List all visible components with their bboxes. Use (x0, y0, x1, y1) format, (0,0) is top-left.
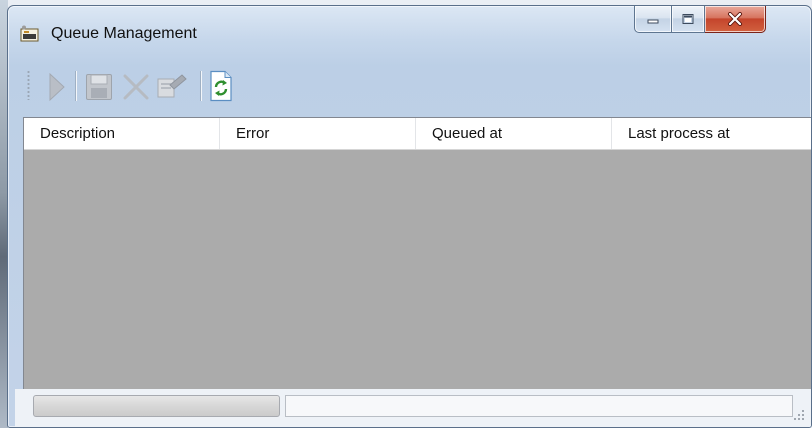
toolbar-grip[interactable] (27, 70, 30, 100)
title-bar[interactable]: Queue Management (8, 6, 811, 58)
queue-management-window: Queue Management Description Error Queue… (7, 5, 812, 428)
status-bar (15, 389, 811, 427)
queue-list[interactable]: Description Error Queued at Last process… (23, 117, 811, 391)
edit-icon[interactable] (156, 73, 188, 99)
resize-grip-icon[interactable] (793, 409, 805, 421)
toolbar-separator-2 (200, 71, 201, 101)
minimize-icon (647, 19, 659, 24)
column-header-queued-at[interactable]: Queued at (416, 118, 612, 149)
column-header-description[interactable]: Description (24, 118, 220, 149)
progress-bar (33, 395, 280, 417)
queue-app-icon (20, 25, 39, 42)
close-button[interactable] (705, 6, 766, 33)
column-header-error[interactable]: Error (220, 118, 416, 149)
caption-buttons (634, 6, 809, 34)
play-icon[interactable] (47, 72, 67, 102)
window-title: Queue Management (51, 25, 197, 42)
toolbar-separator (75, 71, 76, 101)
column-header-last-process-at[interactable]: Last process at (612, 118, 811, 149)
list-header: Description Error Queued at Last process… (24, 118, 811, 150)
maximize-icon (682, 14, 694, 24)
toolbar (19, 62, 308, 110)
status-text (285, 395, 793, 417)
close-icon (728, 12, 742, 26)
save-icon[interactable] (85, 73, 113, 101)
maximize-button[interactable] (672, 6, 705, 33)
delete-icon[interactable] (122, 73, 150, 101)
list-body[interactable] (24, 150, 811, 390)
minimize-button[interactable] (634, 6, 672, 33)
refresh-icon[interactable] (208, 70, 234, 102)
